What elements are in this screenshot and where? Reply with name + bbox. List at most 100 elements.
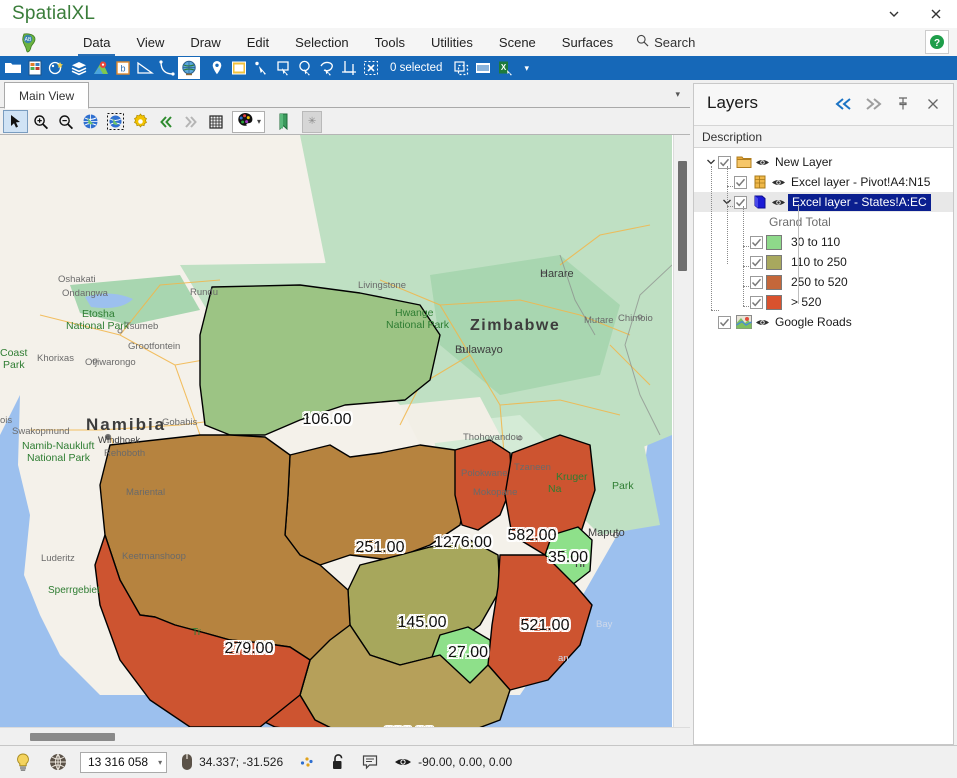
map-view[interactable]: NamibiaZimbabweEtoshaNational ParkNamib-… xyxy=(0,135,690,727)
layer-tree-item[interactable]: Excel layer - Pivot!A4:N15 xyxy=(694,172,953,192)
settings-gear-tool-button[interactable] xyxy=(128,110,153,133)
legend-item[interactable]: 250 to 520 xyxy=(694,272,953,292)
lasso-select-icon[interactable] xyxy=(316,57,338,79)
menu-item-utilities[interactable]: Utilities xyxy=(418,28,486,56)
layer-eye-icon[interactable] xyxy=(753,157,772,168)
layers-stack-icon[interactable] xyxy=(68,57,90,79)
expand-right-icon[interactable] xyxy=(859,90,887,118)
application-window: SpatialXL AB Data View Draw Edit Selecti… xyxy=(0,0,957,778)
layer-visibility-checkbox[interactable] xyxy=(750,276,763,289)
circle-select-icon[interactable] xyxy=(294,57,316,79)
crop-select-icon[interactable] xyxy=(338,57,360,79)
layers-column-label: Description xyxy=(702,130,762,144)
layer-visibility-checkbox[interactable] xyxy=(734,196,747,209)
menu-item-view[interactable]: View xyxy=(123,28,177,56)
map-pin-google-icon[interactable] xyxy=(90,57,112,79)
bookmark-ribbon-icon[interactable] xyxy=(271,110,296,133)
layer-visibility-checkbox[interactable] xyxy=(718,316,731,329)
map-horizontal-scroll-thumb[interactable] xyxy=(30,733,115,741)
legend-color-swatch xyxy=(766,275,782,290)
table-rows-icon[interactable] xyxy=(472,57,494,79)
tabstrip-overflow-caret[interactable]: ▾ xyxy=(675,89,680,100)
data-toolbar: b xyxy=(0,56,957,80)
legend-item[interactable]: > 520 xyxy=(694,292,953,312)
note-icon[interactable] xyxy=(354,746,386,778)
layer-visibility-checkbox[interactable] xyxy=(750,296,763,309)
map-canvas[interactable]: NamibiaZimbabweEtoshaNational ParkNamib-… xyxy=(0,135,672,727)
next-extent-tool-button[interactable] xyxy=(178,110,203,133)
menu-item-edit[interactable]: Edit xyxy=(234,28,282,56)
layer-visibility-checkbox[interactable] xyxy=(718,156,731,169)
boundary-icon[interactable]: b xyxy=(112,57,134,79)
pointer-tool-button[interactable] xyxy=(3,110,28,133)
unlock-icon[interactable] xyxy=(323,746,354,778)
point-select-icon[interactable] xyxy=(250,57,272,79)
menu-item-draw[interactable]: Draw xyxy=(177,28,233,56)
layer-eye-icon[interactable] xyxy=(753,317,772,328)
previous-extent-tool-button[interactable] xyxy=(153,110,178,133)
chevron-down-icon[interactable]: ▾ xyxy=(158,758,162,767)
svg-text:b: b xyxy=(120,64,125,74)
map-vertical-scroll-thumb[interactable] xyxy=(678,161,687,271)
africa-logo-icon[interactable]: AB xyxy=(18,32,40,54)
globe-wire-icon[interactable] xyxy=(40,746,76,778)
legend-caption[interactable]: Grand Total xyxy=(694,212,953,232)
globe-extent-tool-button[interactable] xyxy=(103,110,128,133)
zoom-in-tool-button[interactable] xyxy=(28,110,53,133)
minimize-icon[interactable] xyxy=(873,0,915,28)
menu-item-data[interactable]: Data xyxy=(70,28,123,56)
orientation-readout: -90.00, 0.00, 0.00 xyxy=(416,746,520,778)
curve-tool-icon[interactable] xyxy=(156,57,178,79)
toolbar-overflow-caret[interactable]: ▾ xyxy=(516,63,537,74)
google-map-icon xyxy=(734,315,753,329)
lightbulb-icon[interactable] xyxy=(6,746,40,778)
open-folder-icon[interactable] xyxy=(2,57,24,79)
palette-layer-icon[interactable] xyxy=(46,57,68,79)
layer-visibility-checkbox[interactable] xyxy=(750,256,763,269)
scale-dropdown[interactable]: 13 316 058 ▾ xyxy=(80,752,167,773)
tree-guide-line xyxy=(743,206,744,306)
layer-visibility-checkbox[interactable] xyxy=(750,236,763,249)
globe-view-tool-button[interactable] xyxy=(78,110,103,133)
layer-visibility-checkbox[interactable] xyxy=(734,176,747,189)
color-palette-dropdown[interactable]: ▾ xyxy=(232,111,265,133)
measure-triangle-icon[interactable] xyxy=(134,57,156,79)
menu-item-tools[interactable]: Tools xyxy=(362,28,418,56)
pin-icon[interactable] xyxy=(889,90,917,118)
spreadsheet-icon[interactable] xyxy=(24,57,46,79)
marker-pin-icon[interactable] xyxy=(206,57,228,79)
layer-eye-icon[interactable] xyxy=(769,177,788,188)
tree-guide-line xyxy=(711,310,719,311)
excel-export-icon[interactable]: X xyxy=(494,57,516,79)
zoom-out-tool-button[interactable] xyxy=(53,110,78,133)
grid-tool-button[interactable] xyxy=(203,110,228,133)
collapse-left-icon[interactable] xyxy=(829,90,857,118)
map-vertical-scrollbar[interactable] xyxy=(673,135,690,727)
menu-item-selection[interactable]: Selection xyxy=(282,28,361,56)
tab-main-view[interactable]: Main View xyxy=(4,82,89,109)
layer-tree-item[interactable]: Google Roads xyxy=(694,312,953,332)
help-icon[interactable]: ? xyxy=(925,30,949,54)
eye-icon[interactable] xyxy=(386,746,416,778)
layers-tree[interactable]: New LayerExcel layer - Pivot!A4:N15Excel… xyxy=(694,148,953,744)
layer-tree-item[interactable]: New Layer xyxy=(694,152,953,172)
layer-eye-icon[interactable] xyxy=(769,197,788,208)
palette-caret[interactable]: ▾ xyxy=(257,117,261,126)
menu-item-scene[interactable]: Scene xyxy=(486,28,549,56)
clear-selection-icon[interactable] xyxy=(360,57,382,79)
legend-item[interactable]: 30 to 110 xyxy=(694,232,953,252)
close-icon[interactable] xyxy=(919,90,947,118)
legend-item[interactable]: 110 to 250 xyxy=(694,252,953,272)
status-bar: 13 316 058 ▾ 34.337; -31.526 -90.00, 0.0… xyxy=(0,745,957,778)
menu-item-surfaces[interactable]: Surfaces xyxy=(549,28,626,56)
close-icon[interactable] xyxy=(915,0,957,28)
globe-icon[interactable] xyxy=(178,57,200,79)
note-window-icon[interactable] xyxy=(228,57,250,79)
scatter-points-icon[interactable] xyxy=(291,746,323,778)
search-box[interactable]: Search xyxy=(626,28,705,56)
copy-selection-icon[interactable] xyxy=(450,57,472,79)
rect-select-icon[interactable] xyxy=(272,57,294,79)
layer-tree-item[interactable]: Excel layer - States!A:EC xyxy=(694,192,953,212)
map-horizontal-scrollbar[interactable] xyxy=(0,727,690,745)
menu-label: Selection xyxy=(295,35,348,50)
